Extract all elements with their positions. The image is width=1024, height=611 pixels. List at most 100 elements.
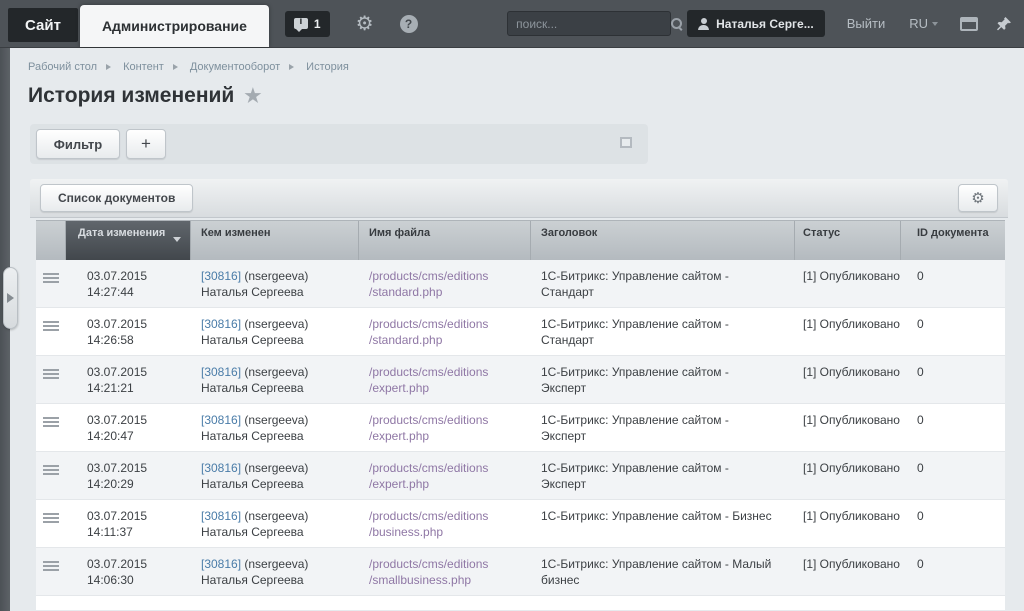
language-label: RU <box>909 16 928 31</box>
sidebar-expand-handle[interactable] <box>3 267 18 329</box>
page-title: История изменений ★ <box>28 84 261 108</box>
row-actions-menu-icon[interactable] <box>43 513 59 523</box>
filter-bar: Фильтр + <box>30 124 648 164</box>
header-file-name[interactable]: Имя файла <box>359 221 531 260</box>
file-cell: /products/cms/editions /expert.php <box>359 356 531 403</box>
modified-by-cell: [30816] (nsergeeva) Наталья Сергеева <box>191 452 359 499</box>
doc-title-cell: 1С-Битрикс: Управление сайтом - Малый би… <box>531 548 795 595</box>
file-name-link[interactable]: /smallbusiness.php <box>369 572 531 588</box>
file-path-link[interactable]: /products/cms/editions <box>369 460 531 476</box>
date-value: 03.07.2015 <box>87 460 191 476</box>
doc-id-cell: 0 <box>901 308 1005 355</box>
time-value: 14:06:30 <box>87 572 191 588</box>
date-value: 03.07.2015 <box>87 316 191 332</box>
row-menu-cell <box>36 452 66 499</box>
favorite-star-icon[interactable]: ★ <box>244 85 261 108</box>
user-login: (nsergeeva) <box>244 413 308 427</box>
filter-fold-icon[interactable] <box>620 137 632 148</box>
file-path-link[interactable]: /products/cms/editions <box>369 508 531 524</box>
user-menu-button[interactable]: Наталья Серге... <box>687 10 825 37</box>
date-cell: 03.07.2015 14:11:37 <box>66 500 191 547</box>
file-name-link[interactable]: /standard.php <box>369 284 531 300</box>
row-actions-menu-icon[interactable] <box>43 321 59 331</box>
user-id-link[interactable]: [30816] <box>201 509 241 523</box>
doc-id-cell: 0 <box>901 356 1005 403</box>
date-value: 03.07.2015 <box>87 556 191 572</box>
header-date-modified[interactable]: Дата изменения <box>66 221 191 260</box>
table-row[interactable]: 03.07.2015 14:20:29 [30816] (nsergeeva) … <box>36 452 1005 500</box>
file-path-link[interactable]: /products/cms/editions <box>369 556 531 572</box>
row-actions-menu-icon[interactable] <box>43 369 59 379</box>
file-name-link[interactable]: /business.php <box>369 524 531 540</box>
doc-title-cell: 1С-Битрикс: Управление сайтом - Стандарт <box>531 260 795 307</box>
file-name-link[interactable]: /expert.php <box>369 380 531 396</box>
filter-button[interactable]: Фильтр <box>36 129 120 159</box>
file-path-link[interactable]: /products/cms/editions <box>369 364 531 380</box>
panel-settings-icon[interactable] <box>960 17 978 31</box>
file-cell: /products/cms/editions /smallbusiness.ph… <box>359 548 531 595</box>
user-id-link[interactable]: [30816] <box>201 269 241 283</box>
file-name-link[interactable]: /standard.php <box>369 332 531 348</box>
pin-icon[interactable] <box>996 16 1012 32</box>
user-id-link[interactable]: [30816] <box>201 461 241 475</box>
header-title[interactable]: Заголовок <box>531 221 795 260</box>
sort-desc-icon <box>173 237 181 246</box>
user-fullname: Наталья Сергеева <box>201 428 359 444</box>
user-name: Наталья Серге... <box>716 17 814 31</box>
table-filler <box>36 596 1005 610</box>
status-cell: [1] Опубликовано <box>795 404 901 451</box>
language-selector[interactable]: RU <box>909 16 938 31</box>
modified-by-cell: [30816] (nsergeeva) Наталья Сергеева <box>191 356 359 403</box>
time-value: 14:11:37 <box>87 524 191 540</box>
logout-link[interactable]: Выйти <box>847 16 886 31</box>
table-row[interactable]: 03.07.2015 14:26:58 [30816] (nsergeeva) … <box>36 308 1005 356</box>
time-value: 14:21:21 <box>87 380 191 396</box>
breadcrumb-workflow[interactable]: Документооборот <box>190 61 280 73</box>
row-actions-menu-icon[interactable] <box>43 465 59 475</box>
document-list-tab[interactable]: Список документов <box>40 184 193 212</box>
user-fullname: Наталья Сергеева <box>201 524 359 540</box>
user-fullname: Наталья Сергеева <box>201 284 359 300</box>
table-row[interactable]: 03.07.2015 14:27:44 [30816] (nsergeeva) … <box>36 260 1005 308</box>
tab-site[interactable]: Сайт <box>8 8 78 42</box>
add-filter-button[interactable]: + <box>126 129 166 159</box>
row-actions-menu-icon[interactable] <box>43 273 59 283</box>
modified-by-cell: [30816] (nsergeeva) Наталья Сергеева <box>191 500 359 547</box>
status-cell: [1] Опубликовано <box>795 548 901 595</box>
search-input[interactable] <box>516 17 671 31</box>
table-row[interactable]: 03.07.2015 14:11:37 [30816] (nsergeeva) … <box>36 500 1005 548</box>
doc-id-cell: 0 <box>901 452 1005 499</box>
table-row[interactable]: 03.07.2015 14:06:30 [30816] (nsergeeva) … <box>36 548 1005 596</box>
search-box[interactable] <box>507 11 671 36</box>
notifications-button[interactable]: 1 <box>285 11 330 37</box>
table-row[interactable]: 03.07.2015 14:21:21 [30816] (nsergeeva) … <box>36 356 1005 404</box>
header-doc-id[interactable]: ID документа <box>901 221 1005 260</box>
header-modified-by[interactable]: Кем изменен <box>191 221 359 260</box>
tab-administration[interactable]: Администрирование <box>80 5 269 47</box>
help-icon[interactable]: ? <box>400 15 418 33</box>
user-id-link[interactable]: [30816] <box>201 413 241 427</box>
row-menu-cell <box>36 404 66 451</box>
date-value: 03.07.2015 <box>87 508 191 524</box>
row-actions-menu-icon[interactable] <box>43 417 59 427</box>
date-cell: 03.07.2015 14:27:44 <box>66 260 191 307</box>
doc-id-cell: 0 <box>901 260 1005 307</box>
user-id-link[interactable]: [30816] <box>201 557 241 571</box>
file-path-link[interactable]: /products/cms/editions <box>369 268 531 284</box>
row-actions-menu-icon[interactable] <box>43 561 59 571</box>
file-path-link[interactable]: /products/cms/editions <box>369 316 531 332</box>
settings-gear-icon[interactable]: ⚙ <box>356 14 374 34</box>
breadcrumb-content[interactable]: Контент <box>123 61 164 73</box>
file-name-link[interactable]: /expert.php <box>369 428 531 444</box>
breadcrumb-desktop[interactable]: Рабочий стол <box>28 61 97 73</box>
user-id-link[interactable]: [30816] <box>201 365 241 379</box>
breadcrumb: Рабочий стол Контент Документооборот Ист… <box>28 61 349 73</box>
grid-settings-gear-button[interactable]: ⚙ <box>958 184 998 212</box>
collapsed-sidebar[interactable] <box>0 48 10 611</box>
user-id-link[interactable]: [30816] <box>201 317 241 331</box>
doc-title-cell: 1С-Битрикс: Управление сайтом - Эксперт <box>531 404 795 451</box>
table-row[interactable]: 03.07.2015 14:20:47 [30816] (nsergeeva) … <box>36 404 1005 452</box>
file-name-link[interactable]: /expert.php <box>369 476 531 492</box>
file-path-link[interactable]: /products/cms/editions <box>369 412 531 428</box>
header-status[interactable]: Статус <box>795 221 901 260</box>
